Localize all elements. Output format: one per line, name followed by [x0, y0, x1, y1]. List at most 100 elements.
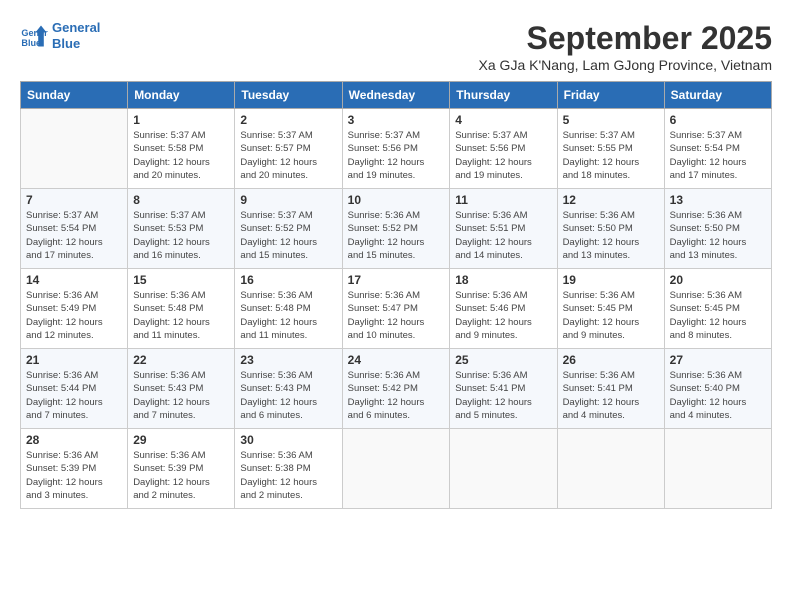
- calendar-cell: 9 Sunrise: 5:37 AM Sunset: 5:52 PM Daylig…: [235, 189, 342, 269]
- day-number: 21: [26, 353, 122, 367]
- calendar-cell: 20Sunrise: 5:36 AM Sunset: 5:45 PM Dayli…: [664, 269, 771, 349]
- column-header-sunday: Sunday: [21, 82, 128, 109]
- calendar-week-3: 14Sunrise: 5:36 AM Sunset: 5:49 PM Dayli…: [21, 269, 772, 349]
- day-number: 2: [240, 113, 336, 127]
- calendar-cell: 25 Sunrise: 5:36 AM Sunset: 5:41 PM Dayli…: [450, 349, 557, 429]
- calendar-cell: 16 Sunrise: 5:36 AM Sunset: 5:48 PM Dayli…: [235, 269, 342, 349]
- calendar-subtitle: Xa GJa K'Nang, Lam GJong Province, Vietn…: [479, 57, 772, 73]
- calendar-cell: 30 Sunrise: 5:36 AM Sunset: 5:38 PM Dayli…: [235, 429, 342, 509]
- day-number: 10: [348, 193, 445, 207]
- day-number: 4: [455, 113, 551, 127]
- day-info: Sunrise: 5:36 AM Sunset: 5:42 PM Dayligh…: [348, 369, 445, 422]
- day-info: Sunrise: 5:36 AM Sunset: 5:44 PM Dayligh…: [26, 369, 122, 422]
- day-number: 12: [563, 193, 659, 207]
- calendar-week-1: 1 Sunrise: 5:37 AM Sunset: 5:58 PM Daylig…: [21, 109, 772, 189]
- calendar-cell: 14Sunrise: 5:36 AM Sunset: 5:49 PM Dayli…: [21, 269, 128, 349]
- logo-icon: General Blue: [20, 22, 48, 50]
- calendar-cell: 28 Sunrise: 5:36 AM Sunset: 5:39 PM Dayli…: [21, 429, 128, 509]
- day-info: Sunrise: 5:37 AM Sunset: 5:57 PM Dayligh…: [240, 129, 336, 182]
- day-number: 22: [133, 353, 229, 367]
- day-number: 7: [26, 193, 122, 207]
- day-number: 15: [133, 273, 229, 287]
- calendar-cell: 8 Sunrise: 5:37 AM Sunset: 5:53 PM Daylig…: [128, 189, 235, 269]
- column-header-friday: Friday: [557, 82, 664, 109]
- logo: General Blue General Blue: [20, 20, 100, 51]
- day-number: 20: [670, 273, 766, 287]
- calendar-week-5: 28 Sunrise: 5:36 AM Sunset: 5:39 PM Dayli…: [21, 429, 772, 509]
- calendar-cell: [450, 429, 557, 509]
- day-number: 17: [348, 273, 445, 287]
- calendar-cell: 24Sunrise: 5:36 AM Sunset: 5:42 PM Dayli…: [342, 349, 450, 429]
- day-info: Sunrise: 5:36 AM Sunset: 5:47 PM Dayligh…: [348, 289, 445, 342]
- day-info: Sunrise: 5:36 AM Sunset: 5:41 PM Dayligh…: [563, 369, 659, 422]
- day-number: 1: [133, 113, 229, 127]
- calendar-body: 1 Sunrise: 5:37 AM Sunset: 5:58 PM Daylig…: [21, 109, 772, 509]
- column-header-thursday: Thursday: [450, 82, 557, 109]
- page-header: General Blue General Blue September 2025…: [20, 20, 772, 73]
- column-header-monday: Monday: [128, 82, 235, 109]
- day-info: Sunrise: 5:37 AM Sunset: 5:56 PM Dayligh…: [348, 129, 445, 182]
- column-header-wednesday: Wednesday: [342, 82, 450, 109]
- calendar-cell: 18Sunrise: 5:36 AM Sunset: 5:46 PM Dayli…: [450, 269, 557, 349]
- day-info: Sunrise: 5:37 AM Sunset: 5:54 PM Dayligh…: [670, 129, 766, 182]
- calendar-cell: 4Sunrise: 5:37 AM Sunset: 5:56 PM Daylig…: [450, 109, 557, 189]
- calendar-cell: 23 Sunrise: 5:36 AM Sunset: 5:43 PM Dayli…: [235, 349, 342, 429]
- calendar-cell: 15 Sunrise: 5:36 AM Sunset: 5:48 PM Dayli…: [128, 269, 235, 349]
- day-number: 16: [240, 273, 336, 287]
- day-number: 13: [670, 193, 766, 207]
- calendar-cell: 7Sunrise: 5:37 AM Sunset: 5:54 PM Daylig…: [21, 189, 128, 269]
- logo-line1: General: [52, 20, 100, 36]
- calendar-cell: 22 Sunrise: 5:36 AM Sunset: 5:43 PM Dayli…: [128, 349, 235, 429]
- day-info: Sunrise: 5:36 AM Sunset: 5:39 PM Dayligh…: [133, 449, 229, 502]
- calendar-cell: 17 Sunrise: 5:36 AM Sunset: 5:47 PM Dayli…: [342, 269, 450, 349]
- day-info: Sunrise: 5:36 AM Sunset: 5:38 PM Dayligh…: [240, 449, 336, 502]
- day-number: 11: [455, 193, 551, 207]
- calendar-cell: 6 Sunrise: 5:37 AM Sunset: 5:54 PM Daylig…: [664, 109, 771, 189]
- calendar-cell: 19 Sunrise: 5:36 AM Sunset: 5:45 PM Dayli…: [557, 269, 664, 349]
- column-header-tuesday: Tuesday: [235, 82, 342, 109]
- day-number: 26: [563, 353, 659, 367]
- calendar-week-4: 21 Sunrise: 5:36 AM Sunset: 5:44 PM Dayli…: [21, 349, 772, 429]
- day-number: 5: [563, 113, 659, 127]
- day-info: Sunrise: 5:36 AM Sunset: 5:39 PM Dayligh…: [26, 449, 122, 502]
- day-info: Sunrise: 5:36 AM Sunset: 5:43 PM Dayligh…: [240, 369, 336, 422]
- calendar-cell: [557, 429, 664, 509]
- logo-line2: Blue: [52, 36, 100, 52]
- day-number: 28: [26, 433, 122, 447]
- calendar-cell: 5 Sunrise: 5:37 AM Sunset: 5:55 PM Daylig…: [557, 109, 664, 189]
- calendar-cell: 1 Sunrise: 5:37 AM Sunset: 5:58 PM Daylig…: [128, 109, 235, 189]
- day-info: Sunrise: 5:37 AM Sunset: 5:52 PM Dayligh…: [240, 209, 336, 262]
- day-info: Sunrise: 5:37 AM Sunset: 5:58 PM Dayligh…: [133, 129, 229, 182]
- calendar-title: September 2025: [479, 20, 772, 57]
- day-info: Sunrise: 5:36 AM Sunset: 5:43 PM Dayligh…: [133, 369, 229, 422]
- calendar-cell: 29 Sunrise: 5:36 AM Sunset: 5:39 PM Dayli…: [128, 429, 235, 509]
- day-info: Sunrise: 5:36 AM Sunset: 5:48 PM Dayligh…: [240, 289, 336, 342]
- calendar-cell: [664, 429, 771, 509]
- day-info: Sunrise: 5:36 AM Sunset: 5:45 PM Dayligh…: [563, 289, 659, 342]
- calendar-table: SundayMondayTuesdayWednesdayThursdayFrid…: [20, 81, 772, 509]
- day-number: 23: [240, 353, 336, 367]
- day-number: 27: [670, 353, 766, 367]
- day-number: 25: [455, 353, 551, 367]
- calendar-header-row: SundayMondayTuesdayWednesdayThursdayFrid…: [21, 82, 772, 109]
- day-info: Sunrise: 5:36 AM Sunset: 5:50 PM Dayligh…: [563, 209, 659, 262]
- day-number: 30: [240, 433, 336, 447]
- day-info: Sunrise: 5:36 AM Sunset: 5:49 PM Dayligh…: [26, 289, 122, 342]
- day-number: 19: [563, 273, 659, 287]
- day-info: Sunrise: 5:37 AM Sunset: 5:55 PM Dayligh…: [563, 129, 659, 182]
- day-info: Sunrise: 5:37 AM Sunset: 5:53 PM Dayligh…: [133, 209, 229, 262]
- day-number: 6: [670, 113, 766, 127]
- calendar-cell: 26 Sunrise: 5:36 AM Sunset: 5:41 PM Dayli…: [557, 349, 664, 429]
- day-info: Sunrise: 5:36 AM Sunset: 5:48 PM Dayligh…: [133, 289, 229, 342]
- calendar-cell: [342, 429, 450, 509]
- day-number: 8: [133, 193, 229, 207]
- day-info: Sunrise: 5:36 AM Sunset: 5:41 PM Dayligh…: [455, 369, 551, 422]
- calendar-cell: 12 Sunrise: 5:36 AM Sunset: 5:50 PM Dayli…: [557, 189, 664, 269]
- day-info: Sunrise: 5:36 AM Sunset: 5:52 PM Dayligh…: [348, 209, 445, 262]
- calendar-cell: 13Sunrise: 5:36 AM Sunset: 5:50 PM Dayli…: [664, 189, 771, 269]
- day-number: 9: [240, 193, 336, 207]
- calendar-week-2: 7Sunrise: 5:37 AM Sunset: 5:54 PM Daylig…: [21, 189, 772, 269]
- calendar-cell: 10 Sunrise: 5:36 AM Sunset: 5:52 PM Dayli…: [342, 189, 450, 269]
- day-number: 29: [133, 433, 229, 447]
- calendar-cell: 3Sunrise: 5:37 AM Sunset: 5:56 PM Daylig…: [342, 109, 450, 189]
